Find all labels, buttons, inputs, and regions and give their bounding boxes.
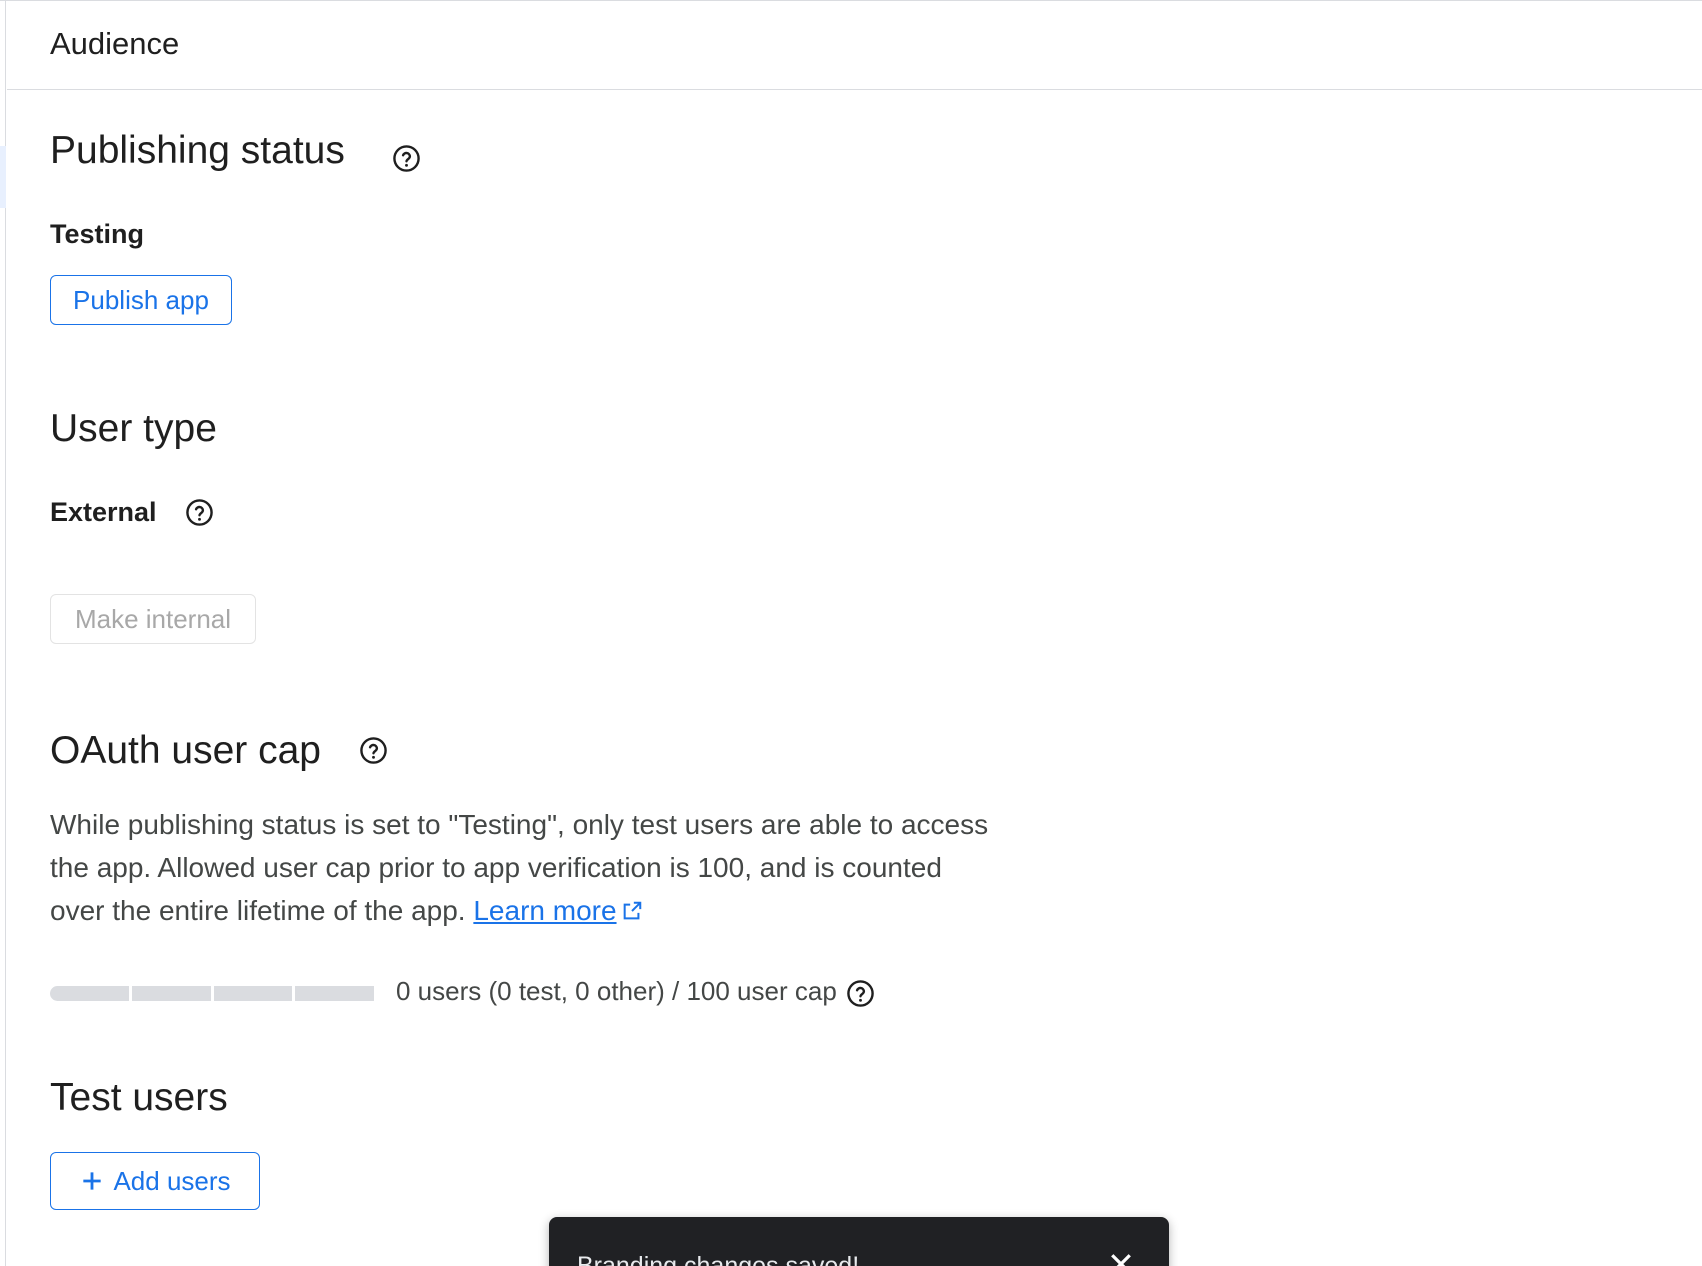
progress-segment <box>50 986 129 1001</box>
page-title: Audience <box>50 26 180 61</box>
learn-more-link[interactable]: Learn more <box>473 895 616 926</box>
make-internal-button: Make internal <box>50 594 256 644</box>
progress-segment <box>131 986 211 1001</box>
add-users-label: Add users <box>113 1165 231 1196</box>
user-cap-progress-bar <box>50 986 374 1001</box>
plus-icon <box>79 1168 105 1194</box>
left-nav-active-indicator <box>0 146 6 208</box>
help-icon[interactable] <box>846 979 875 1008</box>
publishing-status-value: Testing <box>50 219 144 249</box>
oauth-user-cap-title: OAuth user cap <box>50 729 321 772</box>
close-icon[interactable] <box>1106 1249 1136 1266</box>
publish-app-button[interactable]: Publish app <box>50 275 232 325</box>
user-cap-usage-text: 0 users (0 test, 0 other) / 100 user cap <box>396 976 837 1006</box>
test-users-title: Test users <box>50 1076 228 1119</box>
progress-segment <box>213 986 293 1001</box>
oauth-user-cap-description: While publishing status is set to "Testi… <box>50 803 990 932</box>
user-type-title: User type <box>50 407 217 450</box>
audience-page: Audience Publishing status Testing Publi… <box>0 0 1702 1266</box>
page-header: Audience <box>7 1 1702 90</box>
user-type-value: External <box>50 497 157 527</box>
add-users-button[interactable]: Add users <box>50 1152 260 1210</box>
left-nav-rail <box>0 1 6 1266</box>
help-icon[interactable] <box>392 144 421 173</box>
help-icon[interactable] <box>185 498 214 527</box>
snackbar-message: Branding changes saved! <box>577 1252 860 1266</box>
snackbar: Branding changes saved! <box>549 1217 1169 1266</box>
publishing-status-title: Publishing status <box>50 129 345 172</box>
help-icon[interactable] <box>359 736 388 765</box>
open-in-new-icon <box>621 891 643 920</box>
progress-segment <box>295 986 374 1001</box>
